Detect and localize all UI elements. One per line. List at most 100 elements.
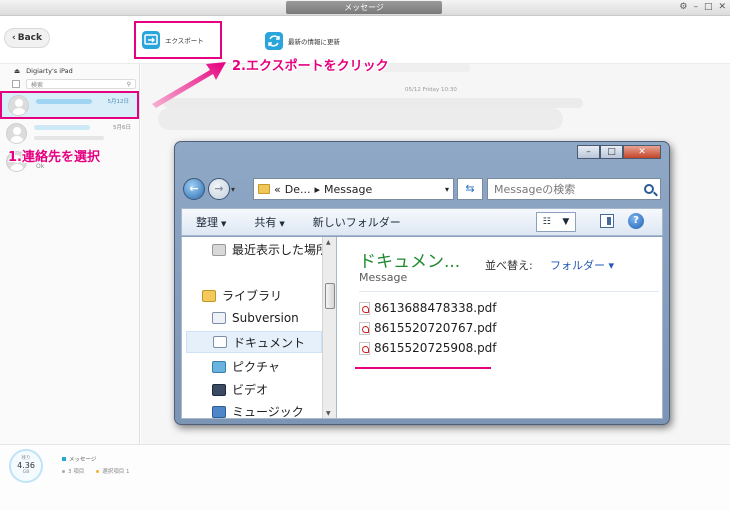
scrollbar-thumb[interactable] bbox=[325, 283, 335, 309]
chevron-down-icon: ▼ bbox=[279, 220, 285, 228]
organize-button[interactable]: 整理 ▼ bbox=[182, 214, 240, 230]
nav-item-music[interactable]: ミュージック bbox=[212, 403, 304, 418]
scroll-down-icon[interactable]: ▼ bbox=[326, 410, 331, 417]
bullet-icon bbox=[62, 470, 65, 473]
bullet-icon bbox=[96, 470, 100, 473]
refresh-label: 最新の情報に更新 bbox=[288, 38, 340, 46]
gear-icon[interactable]: ⚙ bbox=[679, 2, 687, 13]
highlight-underline bbox=[355, 367, 491, 369]
minimize-icon[interactable]: – bbox=[577, 145, 600, 159]
app-window: メッセージ ⚙ – □ ✕ ‹ Back エクスポート 最新の情報に更新 ⏏ D… bbox=[0, 0, 730, 510]
back-arrow-icon[interactable]: ← bbox=[183, 178, 205, 200]
close-icon[interactable]: ✕ bbox=[718, 2, 726, 13]
address-bar: ← → ▾ « De... ▸ Message ▾ ⇆ Messageの検索 bbox=[181, 176, 661, 202]
music-icon bbox=[212, 405, 226, 418]
nav-item-recent-places[interactable]: 最近表示した場所 bbox=[212, 241, 328, 258]
selected-count: 選択項目 1 bbox=[96, 467, 130, 475]
refresh-icon[interactable]: ⇆ bbox=[457, 178, 483, 200]
nav-item-documents[interactable]: ドキュメント bbox=[186, 331, 322, 353]
sort-label: 並べ替え: bbox=[485, 259, 533, 272]
folder-icon bbox=[258, 184, 270, 194]
device-header[interactable]: ⏏ Digiarty's iPad bbox=[0, 64, 139, 77]
library-title: ドキュメン... bbox=[359, 252, 461, 272]
export-button[interactable]: エクスポート bbox=[134, 21, 222, 59]
file-item[interactable]: 8615520720767.pdf bbox=[359, 321, 497, 335]
window-title: メッセージ bbox=[286, 1, 442, 14]
nav-pane-scrollbar[interactable]: ▲ ▼ bbox=[322, 237, 336, 418]
eject-icon: ⏏ bbox=[14, 66, 21, 75]
chevron-down-icon[interactable]: ▾ bbox=[445, 185, 449, 194]
selected-count-text: 選択項目 1 bbox=[102, 469, 130, 475]
path-segment[interactable]: Message bbox=[324, 183, 372, 196]
contact-name-blurred bbox=[34, 125, 90, 130]
nav-item-label: Subversion bbox=[232, 311, 299, 325]
nav-item-label: 最近表示した場所 bbox=[232, 243, 329, 257]
item-count: 3 項目 bbox=[62, 467, 84, 475]
video-icon bbox=[212, 383, 226, 396]
preview-pane-icon[interactable] bbox=[600, 214, 614, 228]
minimize-icon[interactable]: – bbox=[693, 2, 698, 13]
contact-item[interactable]: 5月6日 bbox=[0, 119, 139, 147]
back-label: Back bbox=[17, 33, 42, 43]
chevron-down-icon[interactable]: ▾ bbox=[231, 185, 235, 194]
help-icon[interactable]: ? bbox=[628, 213, 644, 229]
refresh-button[interactable]: 最新の情報に更新 bbox=[265, 26, 340, 56]
path-segment: « bbox=[274, 182, 281, 196]
select-all-checkbox[interactable] bbox=[12, 80, 20, 88]
contact-search-input[interactable]: 検索 ⚲ bbox=[26, 79, 136, 89]
contact-item[interactable]: 5月12日 bbox=[0, 91, 139, 119]
back-button[interactable]: ‹ Back bbox=[4, 28, 50, 48]
legend-swatch bbox=[62, 457, 66, 461]
contact-snippet-blurred bbox=[34, 136, 104, 140]
chevron-down-icon: ▼ bbox=[221, 220, 227, 228]
storage-gauge: 残り 4.36 GB bbox=[9, 449, 43, 483]
avatar bbox=[6, 122, 27, 144]
status-counts: 3 項目 選択項目 1 bbox=[62, 467, 130, 475]
avatar bbox=[8, 94, 29, 116]
pdf-file-icon bbox=[359, 301, 370, 315]
conversation-date: 05/12 Friday 10:30 bbox=[405, 87, 457, 93]
pdf-file-icon bbox=[359, 321, 370, 335]
explorer-window-controls: – □ ✕ bbox=[577, 145, 661, 159]
scroll-up-icon[interactable]: ▲ bbox=[326, 239, 331, 246]
nav-item-library[interactable]: ライブラリ bbox=[202, 287, 282, 304]
nav-item-videos[interactable]: ビデオ bbox=[212, 381, 268, 398]
file-item[interactable]: 8615520725908.pdf bbox=[359, 341, 497, 355]
close-icon[interactable]: ✕ bbox=[623, 145, 661, 159]
export-icon bbox=[142, 31, 160, 49]
nav-item-pictures[interactable]: ピクチャ bbox=[212, 358, 280, 375]
divider bbox=[359, 291, 659, 292]
path-separator[interactable]: ▸ bbox=[314, 183, 320, 196]
search-placeholder: 検索 bbox=[31, 81, 44, 89]
contact-sidebar: ⏏ Digiarty's iPad 検索 ⚲ 5月12日 5月6日 Ok bbox=[0, 64, 140, 444]
storage-legend: メッセージ bbox=[62, 455, 96, 463]
annotation-step-1: 1.連絡先を選択 bbox=[8, 150, 100, 165]
restore-icon[interactable]: □ bbox=[704, 2, 713, 13]
sort-dropdown[interactable]: フォルダー ▾ bbox=[550, 257, 614, 273]
view-options-button[interactable]: ☷ ▼ bbox=[536, 212, 576, 232]
file-item[interactable]: 8613688478338.pdf bbox=[359, 301, 497, 315]
share-button[interactable]: 共有 ▼ bbox=[240, 214, 298, 230]
annotation-arrow-icon bbox=[152, 62, 226, 108]
maximize-icon[interactable]: □ bbox=[600, 145, 623, 159]
annotation-step-2: 2.エクスポートをクリック bbox=[232, 59, 389, 74]
file-list-pane: ドキュメン... Message 並べ替え: フォルダー ▾ 861368847… bbox=[337, 237, 663, 419]
legend-label: メッセージ bbox=[69, 457, 97, 463]
chevron-left-icon: ‹ bbox=[12, 33, 16, 43]
nav-item-subversion[interactable]: Subversion bbox=[212, 311, 299, 325]
pdf-file-icon bbox=[359, 341, 370, 355]
folder-search-input[interactable]: Messageの検索 bbox=[487, 178, 661, 200]
document-icon bbox=[213, 336, 227, 348]
library-icon bbox=[202, 289, 216, 302]
search-icon bbox=[644, 184, 654, 194]
new-folder-button[interactable]: 新しいフォルダー bbox=[299, 214, 415, 230]
nav-item-label: ドキュメント bbox=[233, 335, 306, 350]
forward-arrow-icon[interactable]: → bbox=[208, 178, 230, 200]
path-segment[interactable]: De... bbox=[285, 183, 311, 196]
path-breadcrumb[interactable]: « De... ▸ Message ▾ bbox=[253, 178, 454, 200]
export-label: エクスポート bbox=[165, 37, 204, 45]
picture-icon bbox=[212, 360, 226, 373]
storage-unit: GB bbox=[22, 470, 30, 475]
conversation-header-blurred bbox=[378, 64, 470, 72]
nav-item-label: ライブラリ bbox=[222, 289, 283, 303]
